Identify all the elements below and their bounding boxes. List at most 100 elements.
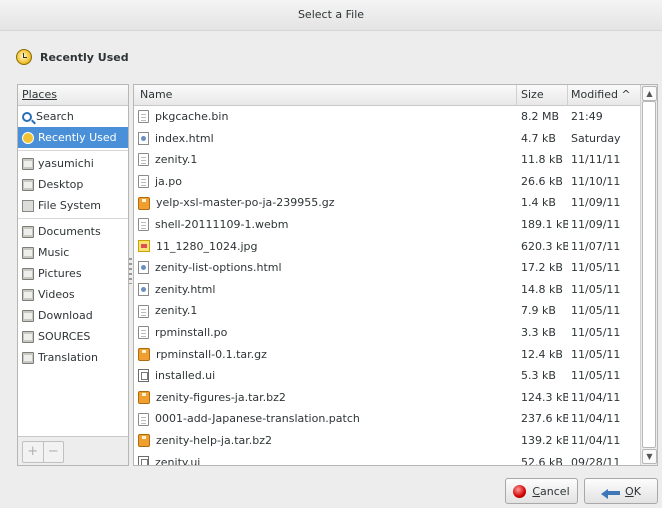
- file-row[interactable]: 0001-add-Japanese-translation.patch 237.6…: [134, 408, 641, 430]
- file-name: zenity.1: [155, 153, 198, 167]
- folder-icon: [22, 267, 34, 280]
- places-list: Search Recently Used yasumichi Desktop File …: [18, 106, 128, 368]
- sidebar-item-sources[interactable]: SOURCES: [18, 326, 128, 347]
- search-icon: [22, 111, 32, 122]
- folder-icon: [22, 351, 34, 364]
- sidebar-item-desktop[interactable]: Desktop: [18, 174, 128, 195]
- file-modified: Saturday: [571, 131, 621, 145]
- file-modified: 11/05/11: [571, 304, 621, 318]
- ok-button[interactable]: OK: [584, 478, 658, 504]
- file-name: shell-20111109-1.webm: [155, 217, 289, 231]
- file-row[interactable]: zenity-help-ja.tar.bz2 139.2 kB 11/04/11: [134, 430, 641, 452]
- cancel-button[interactable]: Cancel: [505, 478, 578, 504]
- file-modified: 11/04/11: [571, 390, 621, 404]
- file-size: 12.4 kB: [521, 347, 563, 361]
- sidebar-item-label: Pictures: [38, 267, 82, 280]
- sidebar-item-documents[interactable]: Documents: [18, 221, 128, 242]
- home-folder-icon: [22, 157, 34, 170]
- file-row[interactable]: rpminstall-0.1.tar.gz 12.4 kB 11/05/11: [134, 344, 641, 366]
- file-name: zenity.html: [155, 282, 216, 296]
- file-size: 237.6 kB: [521, 412, 568, 426]
- file-row[interactable]: shell-20111109-1.webm 189.1 kB 11/09/11: [134, 214, 641, 236]
- file-row[interactable]: index.html 4.7 kB Saturday: [134, 128, 641, 150]
- sidebar-item-label: Desktop: [38, 178, 84, 191]
- places-header-label: Places: [22, 88, 57, 101]
- ok-button-label: OK: [625, 484, 641, 498]
- column-name-header[interactable]: Name: [134, 85, 517, 105]
- places-separator: [18, 150, 128, 151]
- places-header[interactable]: Places: [18, 85, 128, 106]
- sidebar-item-download[interactable]: Download: [18, 305, 128, 326]
- sidebar-item-videos[interactable]: Videos: [18, 284, 128, 305]
- file-row[interactable]: zenity.1 7.9 kB 11/05/11: [134, 300, 641, 322]
- sidebar-item-label: Documents: [38, 225, 101, 238]
- scroll-up-icon[interactable]: ▲: [642, 86, 657, 101]
- file-modified: 11/05/11: [571, 282, 621, 296]
- file-size: 11.8 kB: [521, 153, 563, 167]
- places-toolbar: + −: [18, 436, 128, 465]
- file-size: 189.1 kB: [521, 217, 568, 231]
- sidebar-item-label: Search: [36, 110, 74, 123]
- file-row[interactable]: installed.ui 5.3 kB 11/05/11: [134, 365, 641, 387]
- add-bookmark-button[interactable]: +: [23, 442, 43, 462]
- places-sidebar: Places Search Recently Used yasumichi Deskt…: [17, 84, 129, 466]
- file-name-cell: zenity-figures-ja.tar.bz2: [134, 387, 517, 409]
- file-name: 0001-add-Japanese-translation.patch: [155, 412, 360, 426]
- archive-file-icon: [138, 196, 150, 210]
- places-separator: [18, 218, 128, 219]
- sidebar-item-yasumichi[interactable]: yasumichi: [18, 153, 128, 174]
- pane-resize-handle[interactable]: [129, 258, 132, 284]
- file-modified: 11/05/11: [571, 369, 621, 383]
- sidebar-item-music[interactable]: Music: [18, 242, 128, 263]
- file-row[interactable]: pkgcache.bin 8.2 MB 21:49: [134, 106, 641, 128]
- sidebar-item-recently-used[interactable]: Recently Used: [18, 127, 128, 148]
- file-name-cell: pkgcache.bin: [134, 106, 517, 128]
- column-size-header[interactable]: Size: [517, 85, 568, 105]
- file-name: rpminstall-0.1.tar.gz: [156, 347, 267, 361]
- vertical-scrollbar[interactable]: ▲ ▼: [640, 85, 657, 465]
- file-name-cell: rpminstall.po: [134, 322, 517, 344]
- file-name: zenity-list-options.html: [155, 261, 282, 275]
- file-size: 139.2 kB: [521, 433, 568, 447]
- file-row[interactable]: zenity.ui 52.6 kB 09/28/11: [134, 452, 641, 465]
- sidebar-item-file-system[interactable]: File System: [18, 195, 128, 216]
- text-file-icon: [138, 412, 149, 426]
- ui-file-icon: [138, 455, 149, 465]
- file-name-cell: zenity.1: [134, 300, 517, 322]
- file-row[interactable]: ja.po 26.6 kB 11/10/11: [134, 171, 641, 193]
- text-file-icon: [138, 304, 149, 318]
- sidebar-item-translation[interactable]: Translation: [18, 347, 128, 368]
- remove-bookmark-button[interactable]: −: [42, 442, 64, 462]
- file-modified: 11/10/11: [571, 174, 621, 188]
- file-modified: 11/05/11: [571, 261, 621, 275]
- file-row[interactable]: zenity.1 11.8 kB 11/11/11: [134, 149, 641, 171]
- file-row[interactable]: rpminstall.po 3.3 kB 11/05/11: [134, 322, 641, 344]
- column-modified-header[interactable]: Modified ^: [568, 85, 641, 105]
- archive-file-icon: [138, 434, 150, 448]
- file-name-cell: yelp-xsl-master-po-ja-239955.gz: [134, 192, 517, 214]
- file-name-cell: 0001-add-Japanese-translation.patch: [134, 408, 517, 430]
- ui-file-icon: [138, 369, 149, 383]
- file-size: 8.2 MB: [521, 110, 560, 123]
- file-row[interactable]: yelp-xsl-master-po-ja-239955.gz 1.4 kB 11/…: [134, 192, 641, 214]
- text-file-icon: [138, 110, 149, 124]
- folder-icon: [22, 309, 34, 322]
- file-name-cell: zenity.1: [134, 149, 517, 171]
- file-row[interactable]: zenity-list-options.html 17.2 kB 11/05/11: [134, 257, 641, 279]
- sidebar-item-pictures[interactable]: Pictures: [18, 263, 128, 284]
- file-name-cell: ja.po: [134, 171, 517, 193]
- file-modified: 11/05/11: [571, 325, 621, 339]
- scrollbar-thumb[interactable]: [642, 101, 656, 448]
- file-name-cell: index.html: [134, 128, 517, 150]
- archive-file-icon: [138, 347, 150, 361]
- file-row[interactable]: 11_1280_1024.jpg 620.3 kB 11/07/11: [134, 236, 641, 258]
- file-name-cell: shell-20111109-1.webm: [134, 214, 517, 236]
- window-title: Select a File: [0, 0, 662, 31]
- scroll-down-icon[interactable]: ▼: [642, 449, 657, 464]
- file-modified: 11/04/11: [571, 433, 621, 447]
- sidebar-item-search[interactable]: Search: [18, 106, 128, 127]
- file-row[interactable]: zenity.html 14.8 kB 11/05/11: [134, 279, 641, 301]
- file-name-cell: installed.ui: [134, 365, 517, 387]
- file-modified: 11/04/11: [571, 412, 621, 426]
- file-row[interactable]: zenity-figures-ja.tar.bz2 124.3 kB 11/04/1…: [134, 387, 641, 409]
